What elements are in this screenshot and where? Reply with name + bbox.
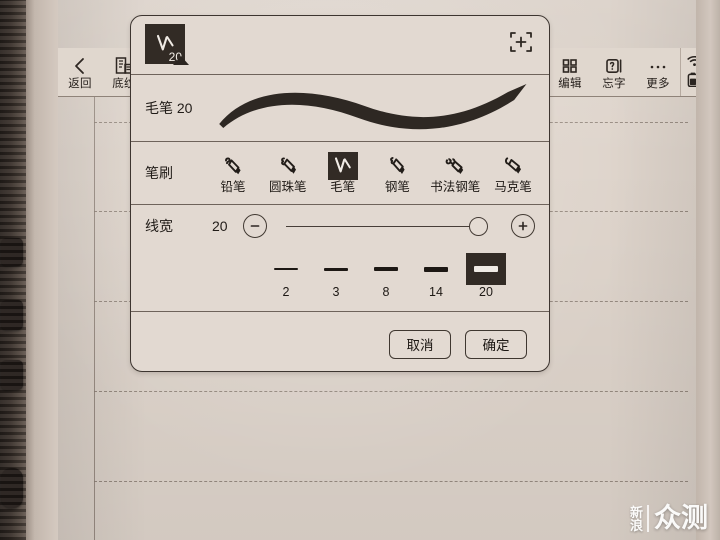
- expand-crosshair-icon[interactable]: [509, 30, 533, 54]
- tab-caret-icon: [173, 56, 189, 65]
- page-guide-line: [94, 481, 688, 482]
- width-preset-8[interactable]: 8: [365, 251, 407, 299]
- stroke-preview-label: 毛笔 20: [145, 100, 193, 116]
- width-preset-label: 8: [382, 285, 390, 299]
- brush-name-fountain-pen: 钢笔: [384, 180, 410, 194]
- stroke-preview-row: 毛笔 20: [131, 75, 549, 142]
- toolbar-item-edit-label: 编辑: [558, 77, 582, 90]
- brush-item-pencil[interactable]: 铅笔: [211, 152, 255, 194]
- brush-selector-label: 笔刷: [145, 165, 173, 181]
- width-preset-3[interactable]: 3: [315, 251, 357, 299]
- battery-icon: [687, 72, 696, 90]
- width-preset-label: 2: [282, 285, 290, 299]
- dialog-header: 20: [131, 16, 549, 75]
- toolbar-item-more-label: 更多: [646, 77, 670, 90]
- width-preset-swatch: [466, 253, 506, 285]
- photo-scene: 返回 底纹 编辑 忘字 更多 20 毛笔 20 笔刷 铅笔 圆珠笔 毛笔 钢笔 …: [0, 0, 720, 540]
- width-preset-swatch: [416, 253, 456, 285]
- toolbar-item-more[interactable]: 更多: [636, 55, 680, 90]
- line-width-slider[interactable]: [280, 215, 498, 237]
- background-dark-object: [0, 0, 28, 540]
- brush-name-calligraphy-pen: 书法钢笔: [430, 180, 481, 194]
- brush-name-ballpoint: 圆珠笔: [269, 180, 307, 194]
- width-preset-label: 14: [429, 285, 443, 299]
- brush-item-calligraphy-pen[interactable]: 书法钢笔: [430, 152, 480, 194]
- page-margin-line: [94, 96, 95, 540]
- wifi-icon: [687, 55, 696, 70]
- preset-line-icon: [324, 267, 348, 271]
- width-preset-20[interactable]: 20: [465, 251, 507, 299]
- preset-line-icon: [424, 266, 448, 272]
- slider-track: [286, 225, 478, 227]
- toolbar-item-forget-word-label: 忘字: [602, 77, 626, 90]
- width-preset-14[interactable]: 14: [415, 251, 457, 299]
- more-dots-icon: [648, 55, 668, 77]
- pen-settings-dialog: 20 毛笔 20 笔刷 铅笔 圆珠笔 毛笔 钢笔 书法钢笔 马克笔 线宽 20 …: [130, 15, 550, 372]
- active-brush-tab[interactable]: 20: [145, 24, 189, 65]
- width-preset-label: 20: [479, 285, 493, 299]
- calligraphy-pen-icon: [440, 152, 470, 180]
- question-word-icon: [605, 55, 624, 77]
- brush-name-brush: 毛笔: [330, 180, 356, 194]
- status-battery-row: 61%: [687, 72, 696, 90]
- width-preset-row: 2 3 8 14 20: [131, 247, 549, 312]
- plus-circle-icon[interactable]: [511, 214, 535, 238]
- pencil-icon: [218, 152, 248, 180]
- toolbar-item-edit[interactable]: 编辑: [548, 55, 592, 90]
- brush-item-marker[interactable]: 马克笔: [491, 152, 535, 194]
- device-bezel-left: [26, 0, 60, 540]
- width-preset-label: 3: [332, 285, 340, 299]
- brush-item-fountain-pen[interactable]: 钢笔: [375, 152, 419, 194]
- watermark: 新 浪 众测: [630, 505, 708, 532]
- preset-line-icon: [374, 267, 398, 271]
- line-width-value: 20: [212, 218, 228, 234]
- page-guide-line: [94, 391, 688, 392]
- width-preset-swatch: [316, 253, 356, 285]
- slider-knob[interactable]: [469, 216, 488, 236]
- cancel-button[interactable]: 取消: [389, 329, 451, 359]
- preset-line-icon: [474, 266, 498, 272]
- status-wifi-time-row: 00:37: [687, 55, 696, 70]
- brush-name-pencil: 铅笔: [220, 180, 246, 194]
- back-chevron-icon: [72, 55, 88, 77]
- brush-list: 铅笔 圆珠笔 毛笔 钢笔 书法钢笔 马克笔: [211, 152, 541, 194]
- watermark-zhongce: 众测: [647, 505, 708, 532]
- marker-icon: [498, 152, 528, 180]
- line-width-label: 线宽: [145, 218, 173, 234]
- brush-selector-row: 笔刷 铅笔 圆珠笔 毛笔 钢笔 书法钢笔 马克笔: [131, 142, 549, 205]
- watermark-sina: 新 浪: [630, 506, 643, 532]
- toolbar-item-forget-word[interactable]: 忘字: [592, 55, 636, 90]
- dialog-footer: 取消 确定: [131, 312, 549, 376]
- brush-item-brush[interactable]: 毛笔: [321, 152, 365, 194]
- line-width-row: 线宽 20: [131, 205, 549, 247]
- brush-icon: [327, 152, 358, 180]
- eink-screen: 返回 底纹 编辑 忘字 更多 20 毛笔 20 笔刷 铅笔 圆珠笔 毛笔 钢笔 …: [58, 0, 696, 540]
- stroke-preview-canvas: [219, 84, 527, 130]
- toolbar-item-back[interactable]: 返回: [58, 55, 102, 90]
- width-preset-2[interactable]: 2: [265, 251, 307, 299]
- brush-name-marker: 马克笔: [494, 180, 532, 194]
- watermark-line2: 浪: [629, 517, 643, 533]
- width-preset-swatch: [266, 253, 306, 285]
- toolbar-item-back-label: 返回: [68, 77, 92, 90]
- watermark-line1: 新: [629, 504, 643, 520]
- device-bezel-right: [696, 0, 720, 540]
- preset-line-icon: [274, 268, 298, 270]
- fountain-pen-icon: [382, 152, 412, 180]
- ballpoint-pen-icon: [273, 152, 303, 180]
- status-area: 00:37 61%: [680, 48, 696, 96]
- minus-circle-icon[interactable]: [243, 214, 267, 238]
- grid-edit-icon: [561, 55, 579, 77]
- brush-item-ballpoint[interactable]: 圆珠笔: [266, 152, 310, 194]
- confirm-button[interactable]: 确定: [465, 329, 527, 359]
- width-preset-swatch: [366, 253, 406, 285]
